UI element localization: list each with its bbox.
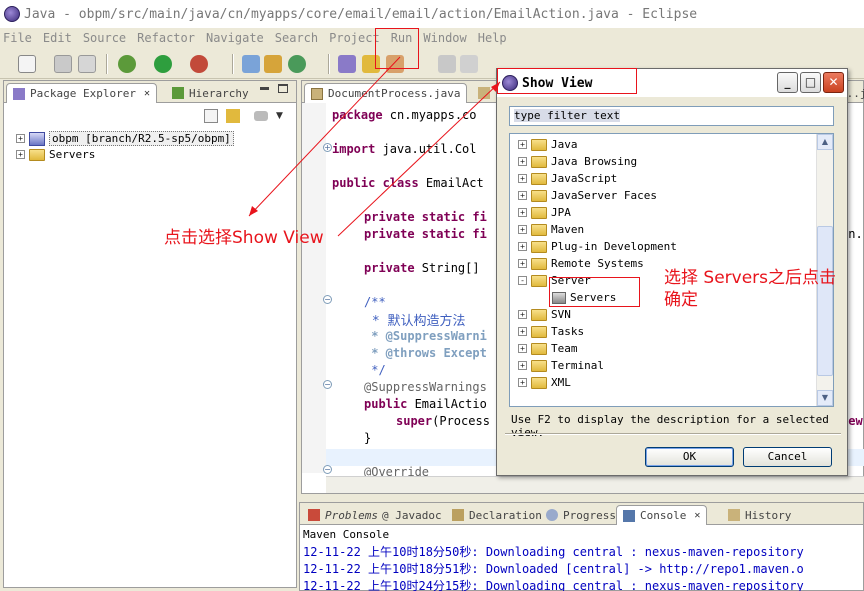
annotation-arrows (248, 56, 501, 237)
annotation-click-show-view: 点击选择Show View (164, 228, 324, 248)
arrow-line-to-explorer (248, 56, 401, 217)
arrow-head (491, 82, 500, 92)
annotation-select-servers-line2: 确定 (664, 290, 698, 310)
arrow-line-to-dialog (337, 81, 501, 237)
